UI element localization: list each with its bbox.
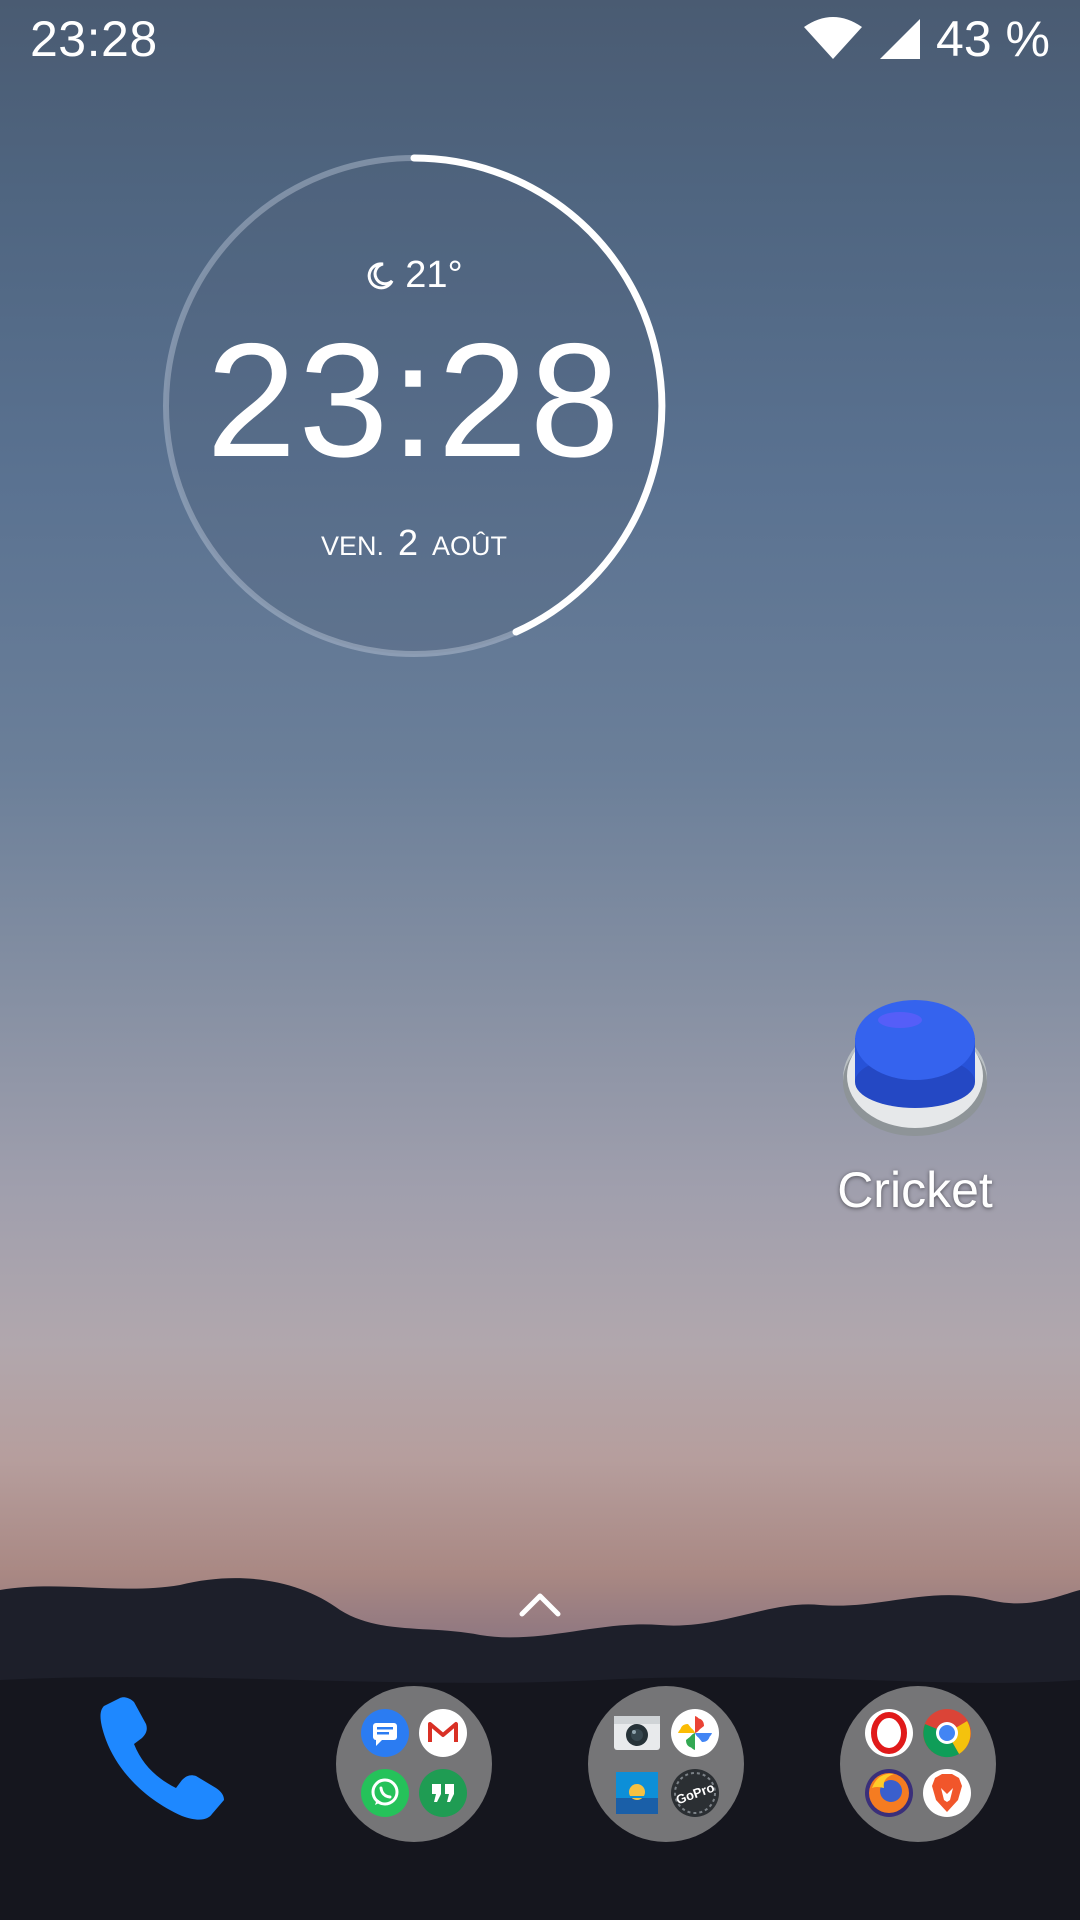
camera-icon — [614, 1716, 660, 1750]
status-icons: 43 % — [802, 10, 1050, 68]
messages-icon — [361, 1709, 409, 1757]
app-cricket[interactable]: Cricket — [830, 990, 1000, 1219]
status-time: 23:28 — [30, 11, 158, 67]
phone-icon[interactable] — [96, 1696, 226, 1826]
whatsapp-icon — [361, 1769, 409, 1817]
date-day: VEN. — [320, 531, 384, 561]
weather-line: 21° — [158, 254, 670, 301]
brave-icon — [923, 1769, 971, 1817]
chrome-icon — [923, 1709, 971, 1758]
clock-date: VEN. 2 AOÛT — [158, 522, 670, 564]
photos-icon — [671, 1709, 719, 1757]
gopro-icon: GoPro — [671, 1769, 719, 1817]
dock-folder-messaging[interactable] — [336, 1686, 492, 1842]
blue-button-icon — [843, 1000, 987, 1136]
wifi-icon — [804, 17, 863, 59]
opera-icon — [865, 1709, 913, 1757]
date-month: AOÛT — [432, 531, 508, 561]
dock-folder-browsers[interactable] — [840, 1686, 996, 1842]
app-label: Cricket — [837, 1162, 993, 1218]
cell-signal-icon — [880, 19, 921, 59]
firefox-icon — [865, 1769, 913, 1817]
status-bar: 23:28 43 % — [0, 0, 1080, 80]
dock-folder-media[interactable]: GoPro — [588, 1686, 744, 1842]
date-number: 2 — [397, 522, 419, 563]
clock-widget[interactable]: 21° 23:28 VEN. 2 AOÛT — [158, 150, 670, 662]
hangouts-icon — [419, 1769, 467, 1817]
gallery-icon — [616, 1772, 658, 1814]
temperature: 21° — [405, 254, 463, 296]
clock-time: 23:28 — [206, 310, 622, 491]
chevron-up-icon[interactable] — [518, 1590, 562, 1618]
moon-icon — [367, 261, 394, 289]
battery-level: 43 % — [936, 11, 1050, 67]
gmail-icon — [419, 1709, 467, 1757]
